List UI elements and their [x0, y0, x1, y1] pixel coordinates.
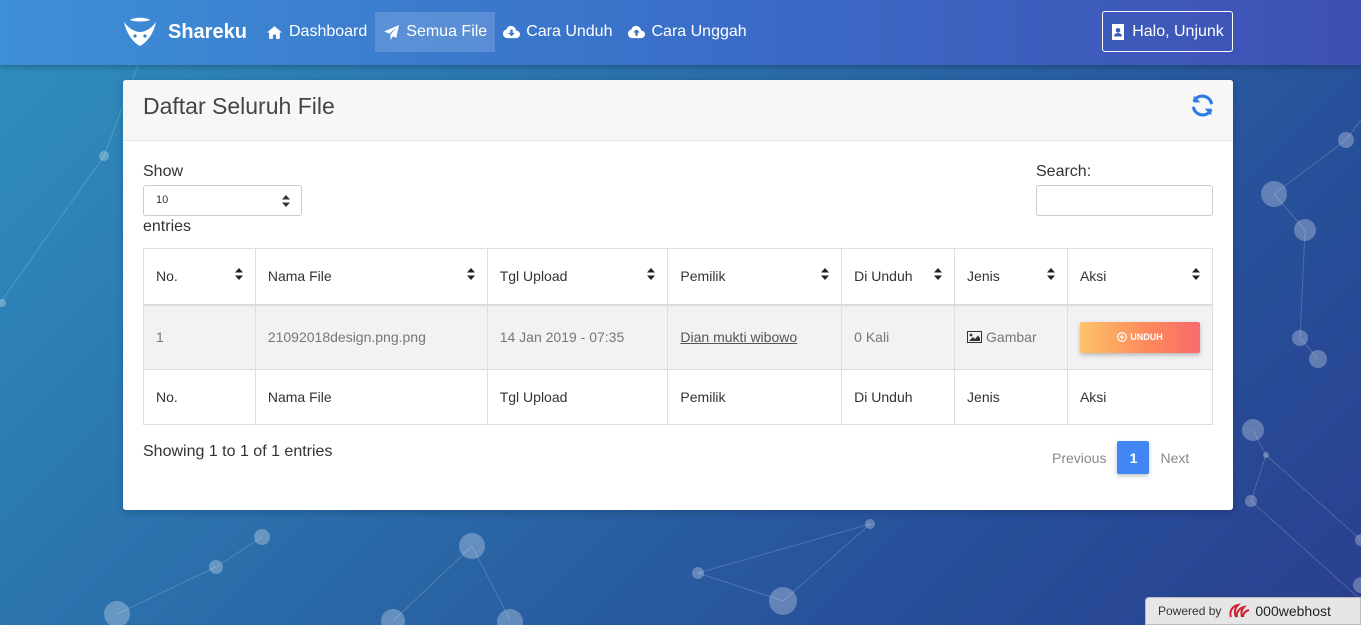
column-header-pemilik[interactable]: Pemilik	[667, 248, 843, 306]
footer-cell: Pemilik	[667, 369, 843, 425]
host-name: 000webhost	[1255, 603, 1331, 619]
sort-icon	[466, 268, 475, 280]
sort-icon	[647, 268, 656, 280]
brand[interactable]: Shareku	[122, 16, 247, 48]
nav-item-label: Dashboard	[289, 23, 368, 40]
entries-length-select[interactable]: 10	[143, 185, 302, 216]
footer-cell: Tgl Upload	[486, 369, 669, 425]
cell-action: UNDUH	[1066, 304, 1214, 370]
cell-file-name: 21092018design.png.png	[254, 304, 488, 370]
contact-card-icon	[1112, 23, 1125, 40]
entries-length-value: 10	[156, 194, 169, 206]
entries-label: entries	[143, 218, 192, 235]
download-circle-icon	[1117, 332, 1128, 343]
footer-cell: Jenis	[954, 369, 1068, 425]
shark-logo-icon	[124, 17, 156, 46]
nav-item-dashboard[interactable]: Dashboard	[258, 12, 375, 52]
refresh-icon[interactable]	[1190, 93, 1215, 118]
files-table: No. Nama File Tgl Upload Pemilik Di Undu…	[143, 248, 1214, 425]
footer-cell: No.	[143, 369, 256, 425]
image-icon	[967, 331, 983, 344]
sort-icon	[1192, 268, 1200, 280]
file-list-card: Daftar Seluruh File Show 10 entries Sear…	[123, 80, 1233, 510]
table-row: 1 21092018design.png.png 14 Jan 2019 - 0…	[143, 304, 1214, 370]
column-header-aksi[interactable]: Aksi	[1066, 248, 1214, 306]
brand-name: Shareku	[168, 20, 247, 43]
cloud-upload-icon	[628, 25, 646, 38]
sort-icon	[821, 268, 830, 280]
pagination-previous[interactable]: Previous	[1052, 450, 1106, 466]
cell-upload-date: 14 Jan 2019 - 07:35	[486, 304, 669, 370]
show-label: Show	[143, 163, 184, 180]
download-button-label: UNDUH	[1130, 332, 1163, 343]
pagination: Previous 1 Next	[1052, 441, 1189, 474]
search-label: Search:	[1036, 163, 1092, 180]
column-header-di-unduh[interactable]: Di Unduh	[841, 248, 956, 306]
nav-item-cara-unggah[interactable]: Cara Unggah	[620, 12, 754, 52]
cloud-download-icon	[503, 25, 521, 38]
pagination-next[interactable]: Next	[1160, 450, 1189, 466]
nav-item-label: Cara Unduh	[526, 23, 613, 40]
column-header-nama-file[interactable]: Nama File	[254, 248, 488, 306]
cell-no: 1	[143, 304, 256, 370]
powered-by-badge[interactable]: Powered by 000webhost	[1145, 597, 1361, 625]
column-header-jenis[interactable]: Jenis	[954, 248, 1068, 306]
table-header-row: No. Nama File Tgl Upload Pemilik Di Undu…	[143, 248, 1214, 306]
user-menu-button[interactable]: Halo, Unjunk	[1102, 11, 1233, 52]
pagination-page-1[interactable]: 1	[1117, 441, 1150, 474]
column-header-no[interactable]: No.	[143, 248, 256, 306]
column-header-tgl-upload[interactable]: Tgl Upload	[486, 248, 669, 306]
cell-type: Gambar	[954, 304, 1068, 370]
file-type-label: Gambar	[986, 329, 1037, 346]
footer-cell: Di Unduh	[841, 369, 956, 425]
powered-by-label: Powered by	[1158, 604, 1222, 618]
nav-item-label: Cara Unggah	[651, 23, 747, 40]
sort-icon	[234, 268, 243, 280]
table-info: Showing 1 to 1 of 1 entries	[143, 443, 333, 460]
owner-link[interactable]: Dian mukti wibowo	[680, 329, 797, 345]
sort-icon	[1046, 268, 1055, 280]
home-icon	[267, 25, 282, 39]
000webhost-logo-icon	[1229, 603, 1250, 618]
user-greeting: Halo, Unjunk	[1132, 22, 1224, 40]
page-title: Daftar Seluruh File	[143, 93, 335, 119]
sort-icon	[934, 268, 943, 280]
cell-owner: Dian mukti wibowo	[667, 304, 843, 370]
table-footer-row: No. Nama File Tgl Upload Pemilik Di Undu…	[143, 369, 1214, 425]
nav-item-cara-unduh[interactable]: Cara Unduh	[495, 12, 620, 52]
download-button[interactable]: UNDUH	[1079, 321, 1200, 353]
card-header: Daftar Seluruh File	[123, 80, 1233, 141]
footer-cell: Nama File	[254, 369, 488, 425]
select-arrows-icon	[282, 195, 290, 207]
paper-plane-icon	[384, 24, 400, 40]
search-input[interactable]	[1036, 185, 1213, 216]
footer-cell: Aksi	[1066, 369, 1214, 425]
nav-item-semua-file[interactable]: Semua File	[375, 12, 496, 52]
nav-item-label: Semua File	[406, 23, 488, 40]
top-navbar: Shareku Dashboard Semua File Cara Unduh …	[0, 0, 1361, 65]
cell-downloads: 0 Kali	[841, 304, 956, 370]
main-nav: Dashboard Semua File Cara Unduh Cara Ung…	[258, 12, 755, 52]
